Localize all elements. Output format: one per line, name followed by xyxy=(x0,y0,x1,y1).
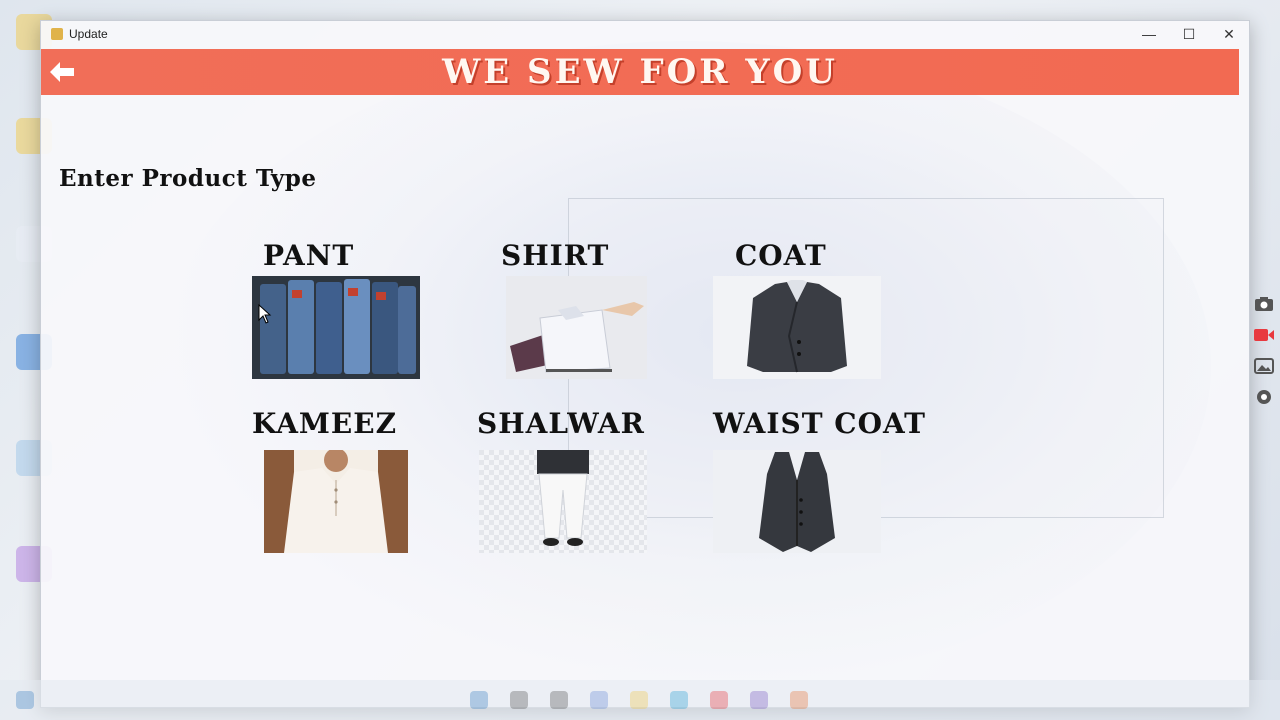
maximize-button[interactable]: ☐ xyxy=(1169,21,1209,47)
record-button[interactable] xyxy=(1250,321,1278,349)
taskbar-icon[interactable] xyxy=(470,691,488,709)
settings-icon xyxy=(1257,390,1271,404)
waistcoat-image[interactable] xyxy=(713,450,881,553)
close-button[interactable]: ✕ xyxy=(1209,21,1249,47)
product-label-shalwar[interactable]: SHALWAR xyxy=(477,407,645,440)
coat-image[interactable] xyxy=(713,276,881,379)
title-bar[interactable]: Update — ☐ ✕ xyxy=(41,21,1249,47)
camera-button[interactable] xyxy=(1250,290,1278,318)
product-label-waist-coat[interactable]: WAIST COAT xyxy=(713,407,926,440)
taskbar-icon[interactable] xyxy=(670,691,688,709)
app-icon xyxy=(51,28,63,40)
shalwar-image[interactable] xyxy=(479,450,647,553)
close-icon: ✕ xyxy=(1223,25,1235,42)
taskbar-icon[interactable] xyxy=(510,691,528,709)
kameez-image[interactable] xyxy=(264,450,408,553)
video-icon xyxy=(1254,329,1274,341)
update-window: Update — ☐ ✕ WE SEW FOR YOU Enter Produc… xyxy=(40,20,1250,708)
taskbar xyxy=(0,680,1280,720)
window-controls: — ☐ ✕ xyxy=(1129,21,1249,47)
banner-title: WE SEW FOR YOU xyxy=(442,52,838,92)
product-label-kameez[interactable]: KAMEEZ xyxy=(252,407,397,440)
taskbar-icon[interactable] xyxy=(550,691,568,709)
ghost-table-header xyxy=(569,199,1163,209)
product-label-coat[interactable]: COAT xyxy=(735,239,827,272)
settings-button[interactable] xyxy=(1250,383,1278,411)
screen-recorder-toolbar xyxy=(1250,290,1280,414)
shirt-image[interactable] xyxy=(506,276,647,379)
product-label-shirt[interactable]: SHIRT xyxy=(501,239,609,272)
taskbar-icon[interactable] xyxy=(790,691,808,709)
back-arrow-icon xyxy=(50,62,74,82)
taskbar-icon[interactable] xyxy=(710,691,728,709)
taskbar-icon[interactable] xyxy=(590,691,608,709)
taskbar-icon[interactable] xyxy=(16,691,34,709)
taskbar-icon[interactable] xyxy=(750,691,768,709)
window-title: Update xyxy=(69,27,108,41)
minimize-icon: — xyxy=(1142,26,1156,42)
minimize-button[interactable]: — xyxy=(1129,21,1169,47)
camera-icon xyxy=(1255,297,1273,311)
mouse-cursor-icon xyxy=(258,304,272,324)
taskbar-icon[interactable] xyxy=(630,691,648,709)
jeans-image[interactable] xyxy=(252,276,420,379)
gallery-icon xyxy=(1254,358,1274,374)
product-label-pant[interactable]: PANT xyxy=(263,239,354,272)
gallery-button[interactable] xyxy=(1250,352,1278,380)
back-button[interactable] xyxy=(47,57,77,87)
maximize-icon: ☐ xyxy=(1182,25,1196,42)
product-type-prompt: Enter Product Type xyxy=(59,165,317,192)
header-banner: WE SEW FOR YOU xyxy=(41,49,1239,95)
